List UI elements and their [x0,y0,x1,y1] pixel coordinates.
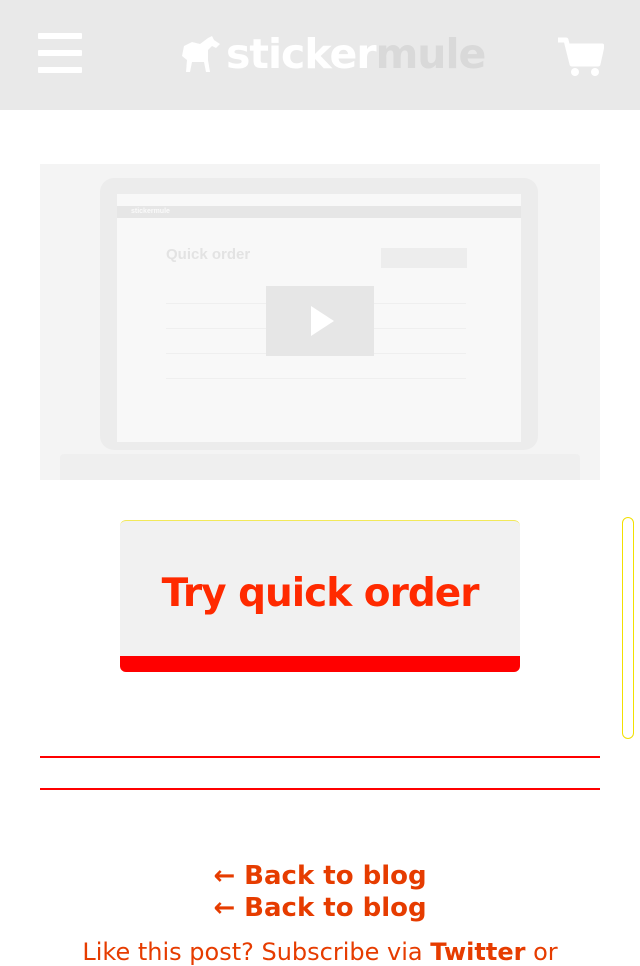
mule-icon [182,36,220,72]
try-quick-order-button[interactable]: Try quick order [120,520,520,672]
logo-text: stickermule [226,33,486,75]
cart-svg [558,37,605,76]
hamburger-menu-icon[interactable] [38,33,82,73]
scrollbar[interactable] [622,517,634,739]
back-to-blog-link[interactable]: ← Back to blog [0,893,640,923]
screen-nav-bar [117,206,521,218]
try-quick-order-label: Try quick order [161,571,480,616]
screen-row [166,369,466,379]
screen-title: Quick order [166,246,251,263]
screen-button [381,248,467,268]
divider [40,788,600,790]
shopping-cart-icon[interactable] [556,36,605,78]
logo-text-primary: sticker [226,29,377,78]
stickermule-logo[interactable]: stickermule [178,30,486,78]
screen-logo: stickermule [131,208,170,215]
menu-bar-bottom [38,67,82,73]
subscribe-text: Like this post? Subscribe via Twitter or [0,938,640,966]
menu-bar-top [38,33,82,39]
subscribe-prefix: Like this post? Subscribe via [82,938,431,966]
play-button[interactable] [266,286,374,356]
play-icon [311,306,334,336]
video-player[interactable]: stickermule Quick order [40,164,600,480]
menu-bar-middle [38,50,82,56]
back-to-blog-link[interactable]: ← Back to blog [0,861,640,891]
twitter-link[interactable]: Twitter [430,938,525,966]
subscribe-suffix: or [525,938,558,966]
divider [40,756,600,758]
laptop-keyboard [60,454,580,480]
logo-text-secondary: mule [375,29,487,78]
header: stickermule [0,0,640,110]
